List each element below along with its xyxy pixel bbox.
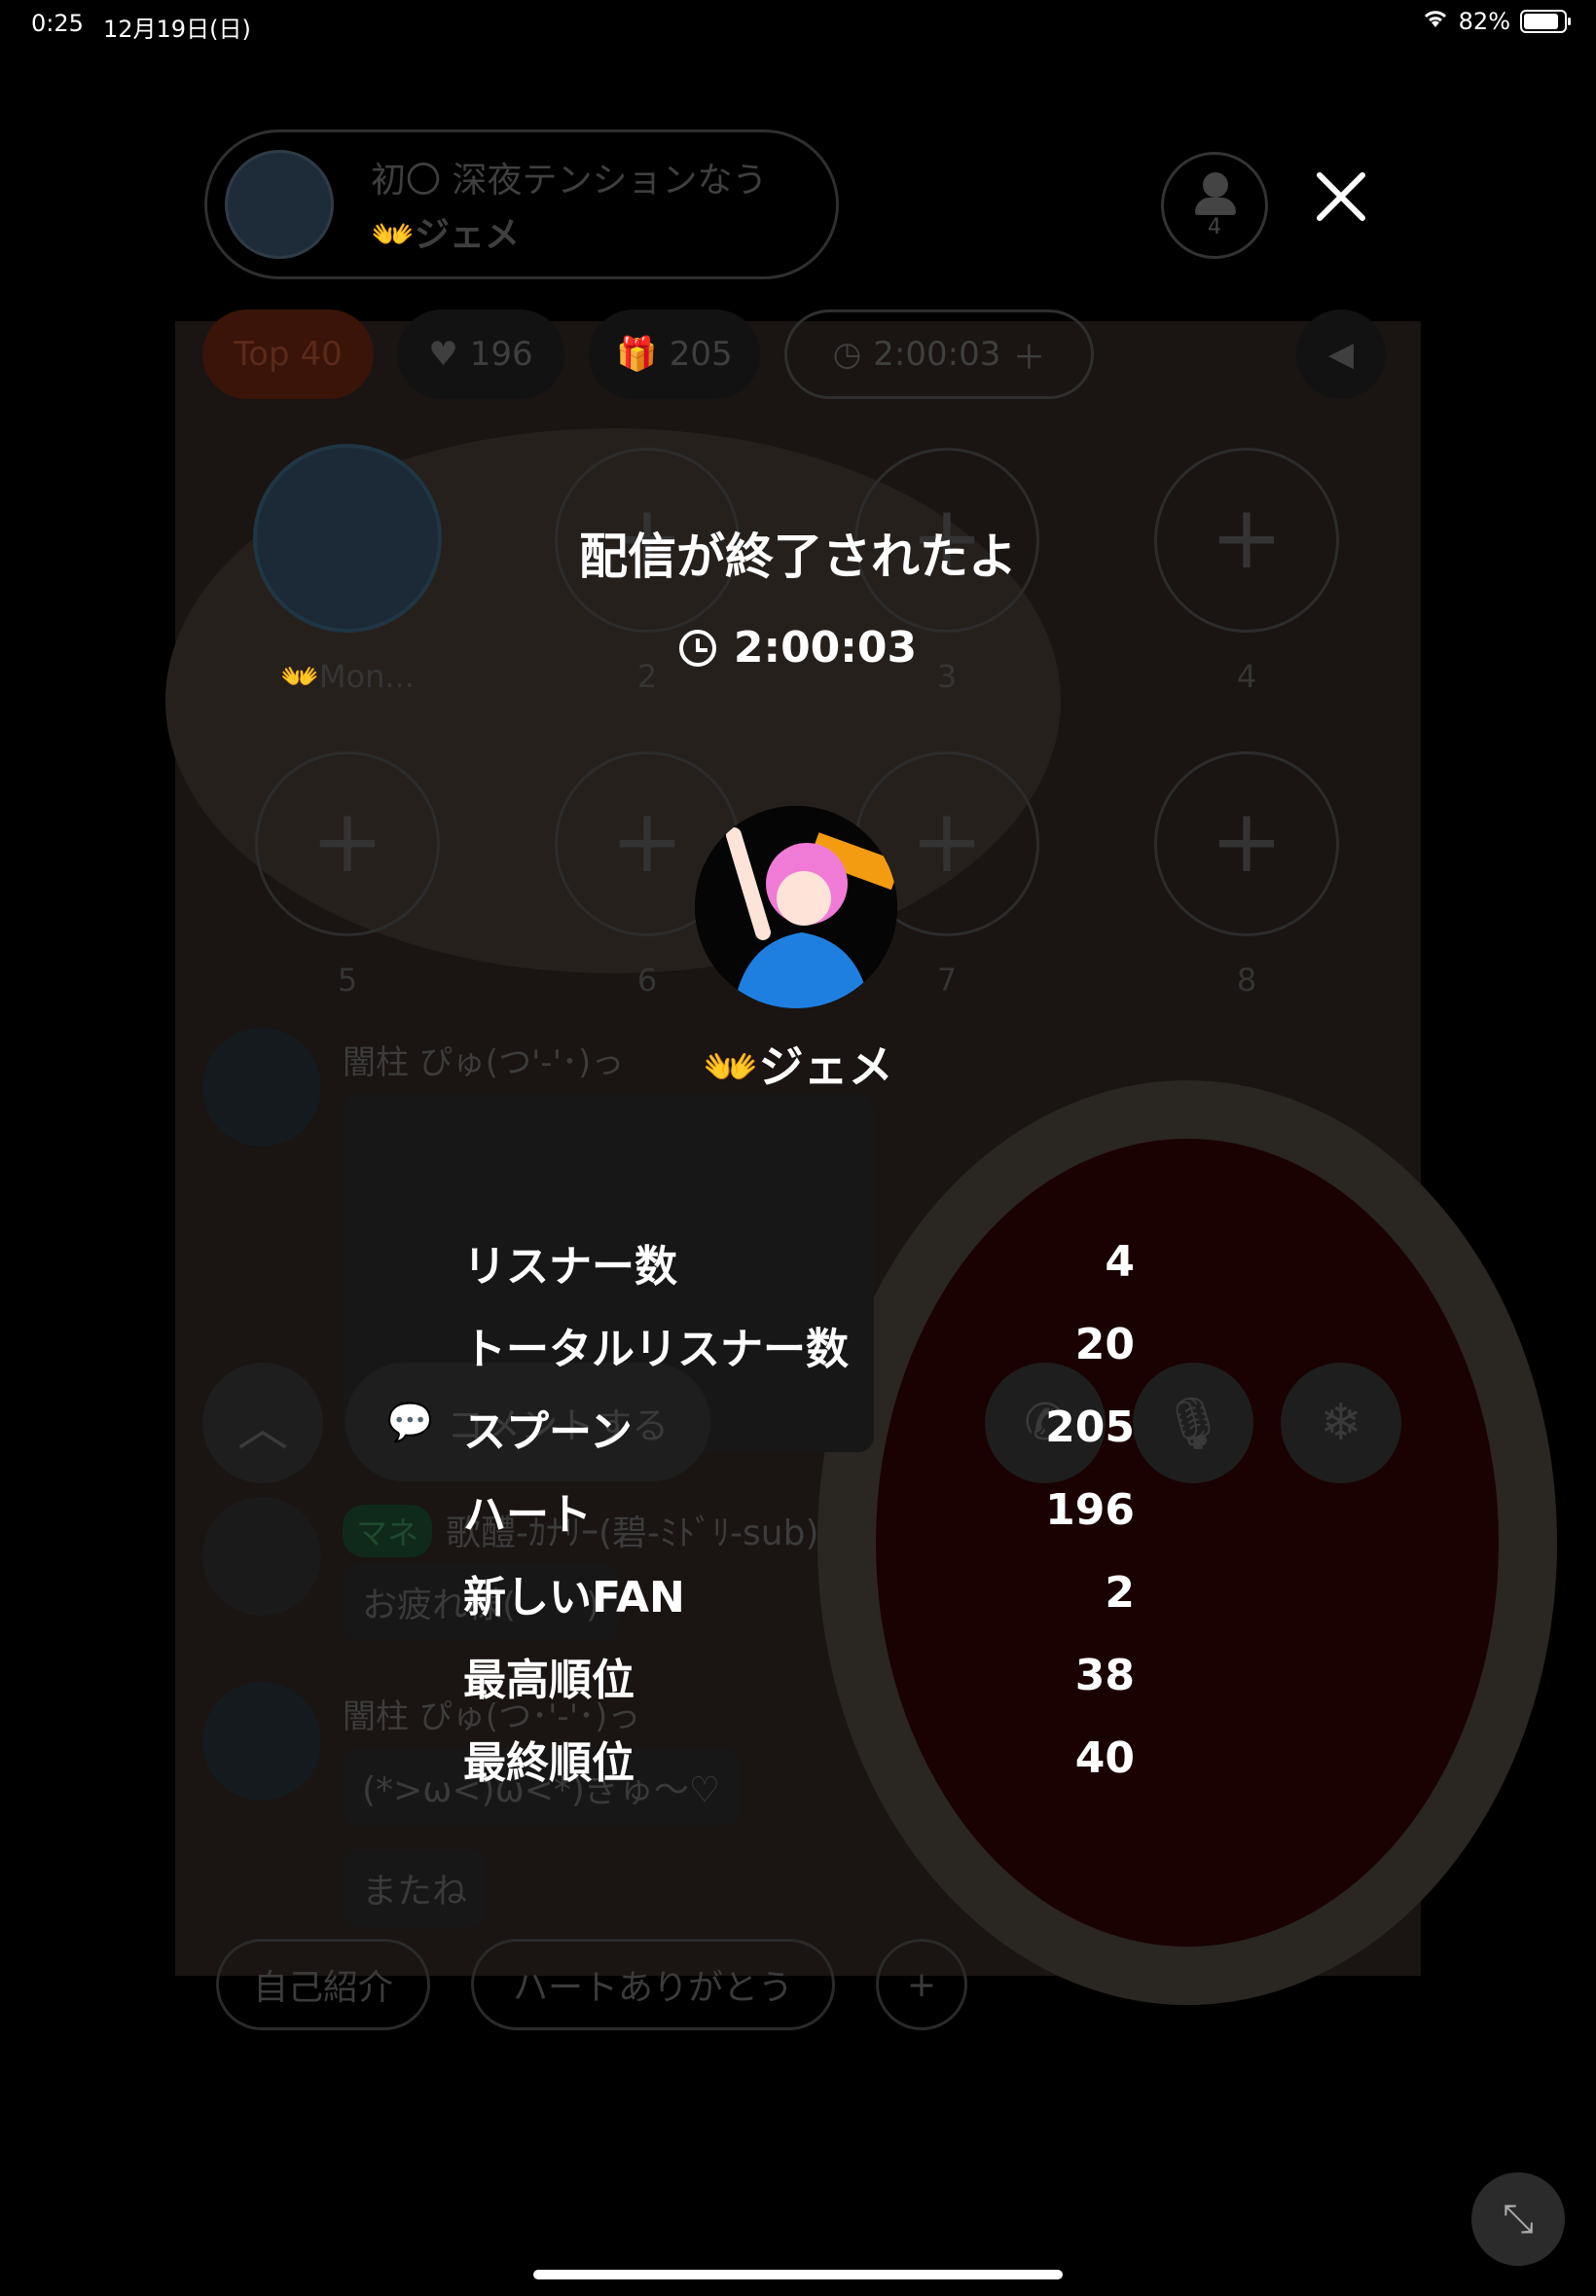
room-host-name: 👐ジェメ [371, 215, 520, 255]
seat-number: 5 [337, 962, 358, 999]
plus-icon: + [310, 790, 384, 893]
quick-reply-add[interactable]: + [876, 1939, 967, 2030]
status-bar: 0:25 12月19日(日) 82% [0, 0, 1596, 49]
mic-button[interactable]: 🎙 [1133, 1363, 1253, 1483]
stat-row-listeners: リスナー数 4 [463, 1237, 1135, 1292]
stream-duration: 2:00:03 [0, 623, 1596, 673]
host-name: 👐ジェメ [703, 1040, 893, 1093]
stat-row-final-rank: 最終順位 40 [463, 1733, 1135, 1788]
heart-chip[interactable]: ♥ 196 [397, 310, 564, 399]
plus-icon: + [1210, 790, 1284, 893]
manager-badge: マネ [343, 1505, 433, 1557]
status-date: 12月19日(日) [103, 16, 251, 43]
freeze-button[interactable]: ❄ [1281, 1363, 1401, 1483]
snowflake-icon: ❄ [1320, 1394, 1362, 1452]
quick-reply-intro[interactable]: 自己紹介 [216, 1939, 430, 2030]
room-title: 初〇 深夜テンションなう [371, 161, 768, 200]
chevron-up-icon: ︿ [236, 1399, 288, 1458]
battery-icon [1520, 10, 1571, 33]
chat-message: またね [343, 1849, 488, 1927]
person-icon [1203, 172, 1228, 198]
shrink-icon: ⤡ [1503, 2197, 1534, 2241]
stream-ended-title: 配信が終了されたよ [579, 528, 1017, 585]
stat-row-spoons: スプーン 205 [463, 1403, 1135, 1457]
close-button[interactable] [1304, 165, 1378, 239]
timer-chip[interactable]: ◷ 2:00:03 ＋ [784, 310, 1094, 399]
quick-reply-thanks[interactable]: ハートありがとう [471, 1939, 835, 2030]
expand-up-button[interactable]: ︿ [202, 1363, 323, 1483]
mic-icon: 🎙 [1160, 1394, 1225, 1453]
gift-icon: 🎁 [616, 335, 658, 374]
clock-icon: ◷ [832, 335, 862, 374]
seat-number: 8 [1236, 962, 1257, 999]
megaphone-button[interactable]: ◀ [1296, 310, 1386, 399]
seat-number: 6 [636, 962, 658, 999]
stats-list: リスナー数 4 トータルリスナー数 20 スプーン 205 ハート 196 新しいFAN… [463, 1221, 1135, 1800]
seat-number: 7 [936, 962, 958, 999]
host-avatar-small [225, 150, 334, 259]
plus-icon: ＋ [1012, 338, 1046, 378]
battery-percent: 82% [1458, 8, 1510, 35]
host-avatar [695, 806, 897, 1008]
clock-icon [678, 629, 716, 667]
spoon-chip[interactable]: 🎁 205 [589, 310, 760, 399]
plus-icon: + [906, 1964, 937, 2005]
close-icon [1317, 172, 1365, 221]
rank-chip[interactable]: Top 40 [202, 310, 374, 399]
listener-count-button[interactable]: 4 [1161, 152, 1268, 259]
chat-avatar[interactable] [202, 1682, 321, 1801]
stat-row-hearts: ハート 196 [463, 1485, 1135, 1540]
wifi-icon [1422, 8, 1449, 35]
stat-row-best-rank: 最高順位 38 [463, 1651, 1135, 1705]
stat-row-total-listeners: トータルリスナー数 20 [463, 1320, 1135, 1374]
megaphone-icon: ◀ [1327, 335, 1355, 374]
listener-count: 4 [1208, 215, 1221, 239]
room-header[interactable]: 初〇 深夜テンションなう 👐ジェメ [204, 129, 839, 279]
comment-icon: 💬 [386, 1400, 434, 1443]
stat-row-new-fans: 新しいFAN 2 [463, 1568, 1135, 1622]
seat-8[interactable]: + [1154, 751, 1339, 936]
chat-avatar[interactable] [202, 1497, 321, 1616]
status-right: 82% [1422, 8, 1571, 35]
home-indicator[interactable] [533, 2270, 1063, 2279]
minimize-button[interactable]: ⤡ [1471, 2172, 1565, 2266]
seat-5[interactable]: + [255, 751, 440, 936]
status-time: 0:25 [31, 10, 84, 37]
heart-icon: ♥ [428, 335, 458, 374]
